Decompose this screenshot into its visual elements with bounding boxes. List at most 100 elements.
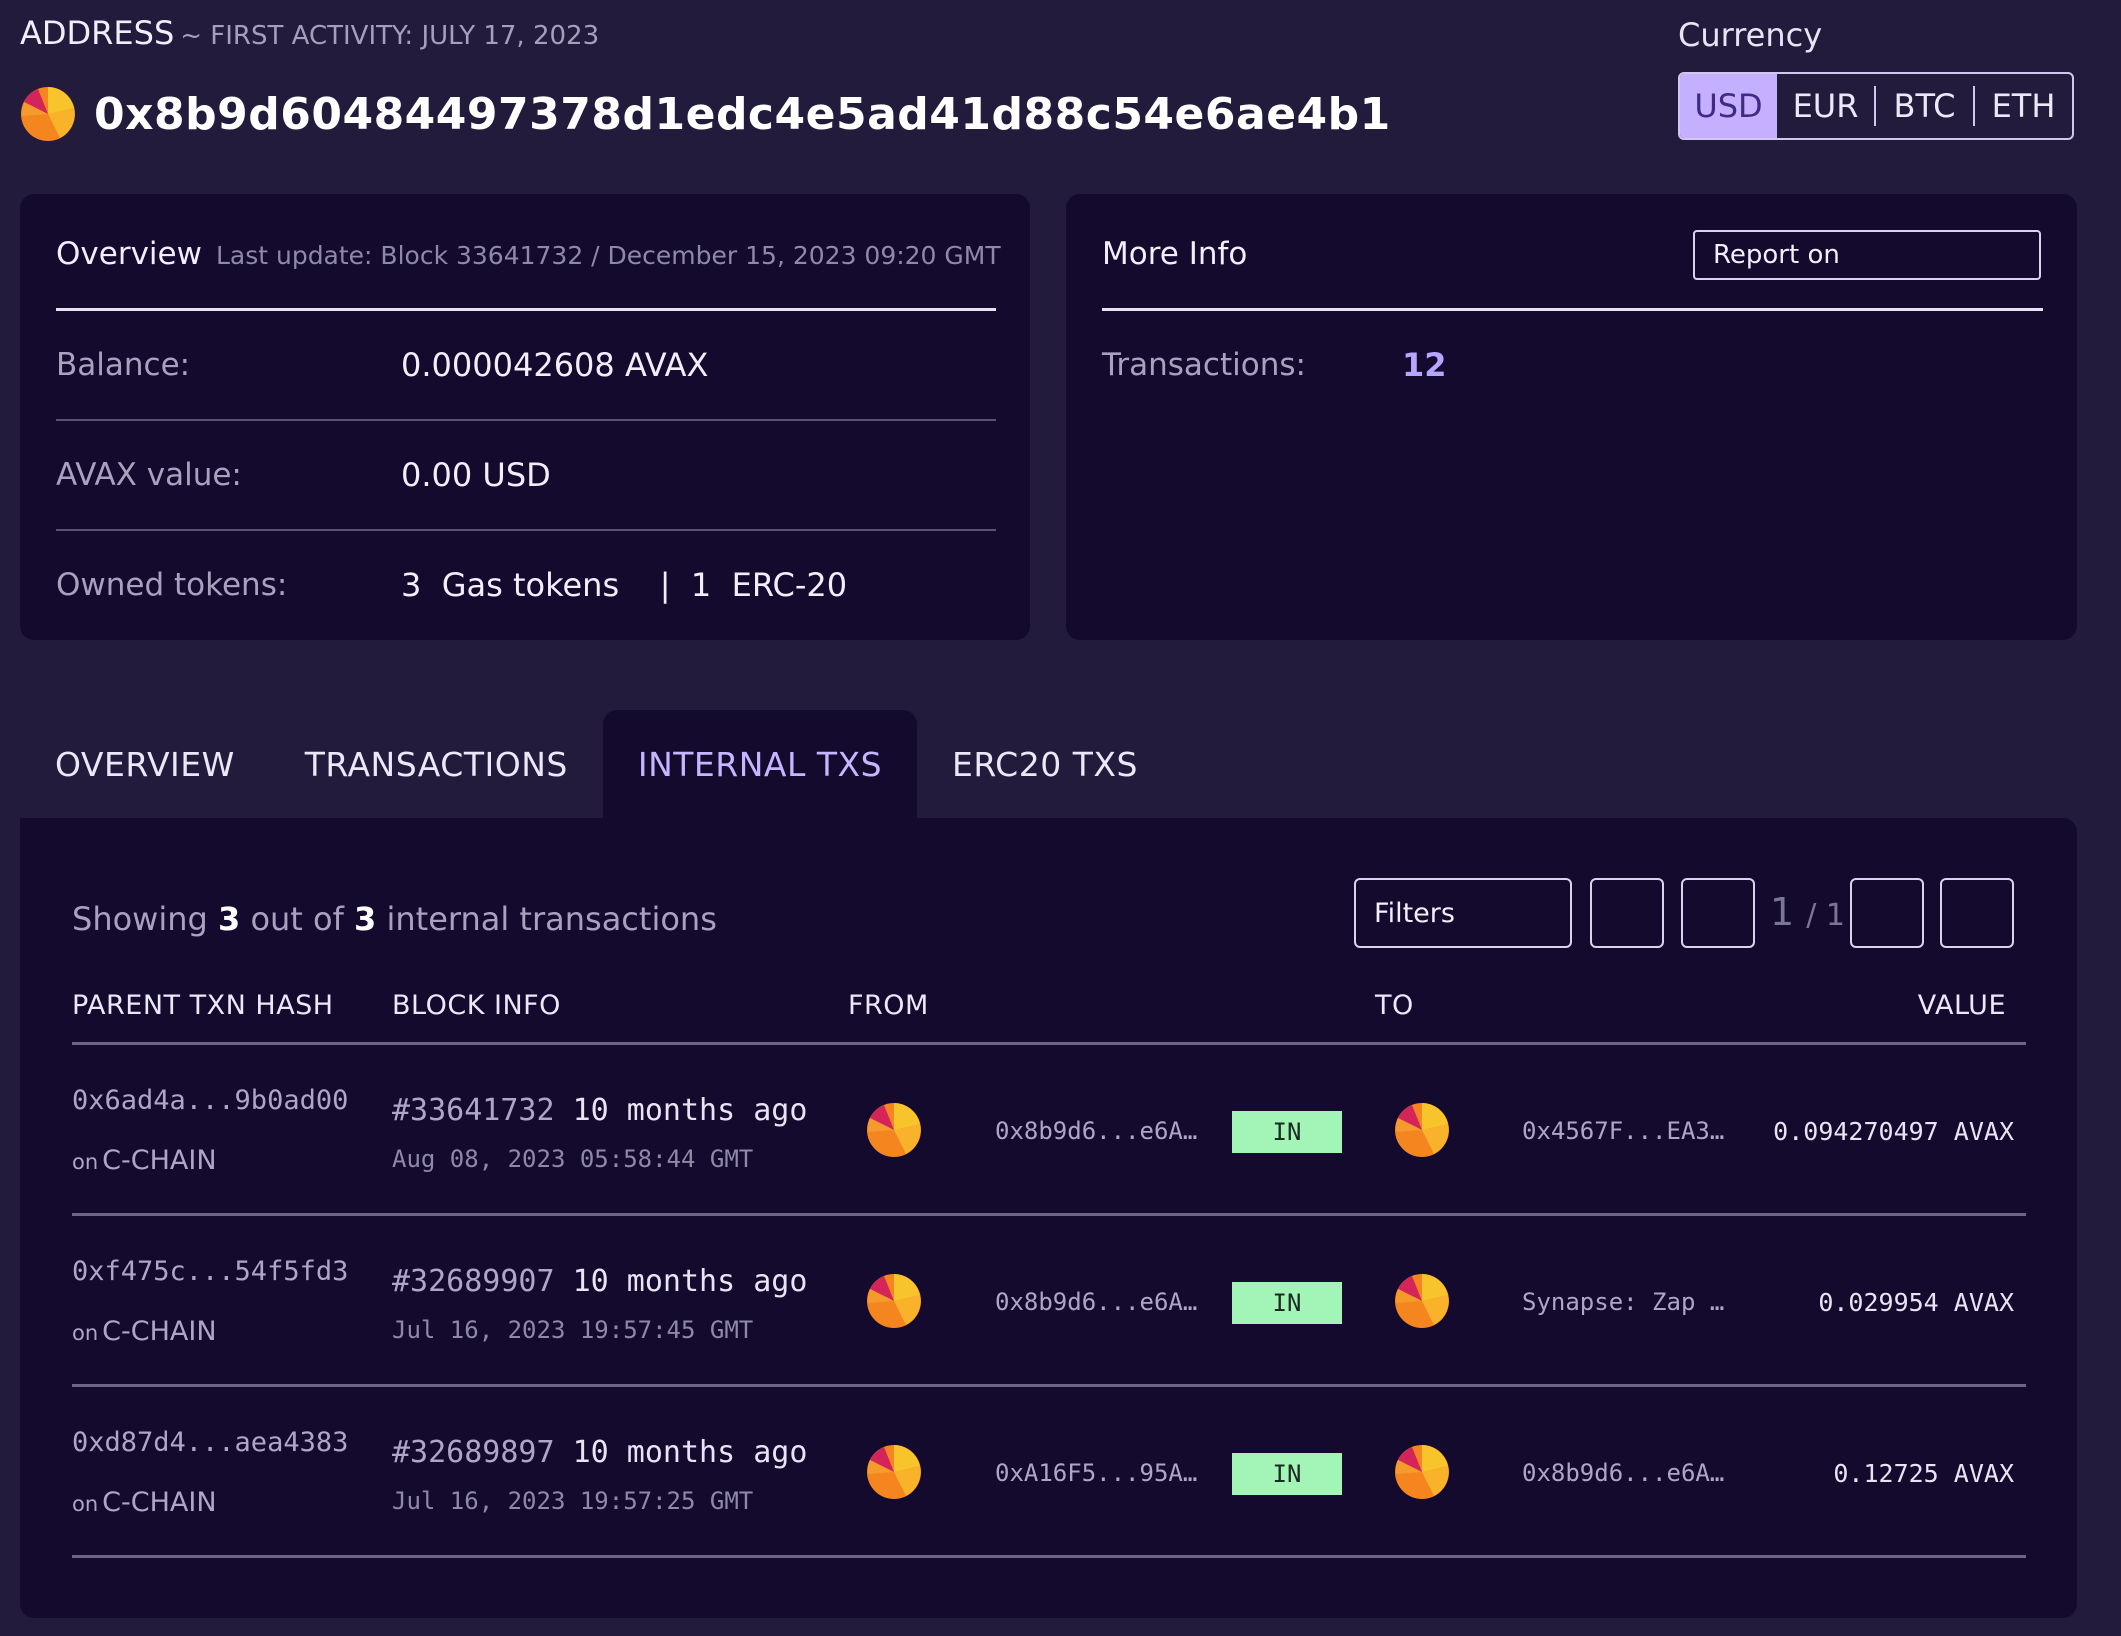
- currency-btc-button[interactable]: BTC: [1876, 74, 1973, 138]
- last-update: Last update: Block 33641732 / December 1…: [215, 241, 1001, 270]
- balance-value: 0.000042608 AVAX: [401, 346, 709, 384]
- to-avatar-icon: [1395, 1274, 1449, 1328]
- block-number-link[interactable]: #32689897: [392, 1435, 555, 1470]
- currency-eur-button[interactable]: EUR: [1777, 74, 1874, 138]
- transactions-label: Transactions:: [1102, 347, 1306, 383]
- block-date: Jul 16, 2023 19:57:45 GMT: [392, 1316, 754, 1344]
- avax-value: 0.00 USD: [401, 456, 551, 494]
- internal-txs-panel: Showing 3 out of 3 internal transactions…: [20, 818, 2077, 1618]
- tx-value: 0.029954 AVAX: [1818, 1288, 2014, 1317]
- parent-txn-hash-link[interactable]: 0x6ad4a...9b0ad00: [72, 1085, 348, 1116]
- address-label: ADDRESS: [20, 14, 175, 52]
- direction-badge: IN: [1232, 1453, 1342, 1495]
- owned-tokens-value[interactable]: 3 Gas tokens | 1 ERC-20: [401, 566, 847, 604]
- first-activity: ~ FIRST ACTIVITY: JULY 17, 2023: [180, 21, 600, 51]
- owned-tokens-label: Owned tokens:: [56, 567, 288, 603]
- direction-badge: IN: [1232, 1111, 1342, 1153]
- currency-switcher: USD EUR BTC ETH: [1678, 72, 2074, 140]
- chain-prefix: on: [72, 1492, 99, 1516]
- filters-button[interactable]: Filters: [1354, 878, 1572, 948]
- address-heading: ADDRESS ~ FIRST ACTIVITY: JULY 17, 2023: [20, 14, 599, 52]
- block-info: #32689907 10 months ago: [392, 1264, 807, 1299]
- block-date: Jul 16, 2023 19:57:25 GMT: [392, 1487, 754, 1515]
- col-value: VALUE: [1917, 990, 2006, 1021]
- tab-erc20-txs[interactable]: ERC20 TXS: [917, 710, 1173, 818]
- to-address-link[interactable]: 0x8b9d6...e6A…: [1522, 1459, 1724, 1487]
- summary-suffix: internal transactions: [386, 900, 717, 938]
- parent-txn-hash-link[interactable]: 0xf475c...54f5fd3: [72, 1256, 348, 1287]
- block-info: #32689897 10 months ago: [392, 1435, 807, 1470]
- tab-transactions[interactable]: TRANSACTIONS: [270, 710, 603, 818]
- block-info: #33641732 10 months ago: [392, 1093, 807, 1128]
- chain-name[interactable]: C-CHAIN: [102, 1316, 216, 1347]
- block-age: 10 months ago: [572, 1435, 808, 1470]
- chain-label: on C-CHAIN: [72, 1145, 217, 1176]
- chain-label: on C-CHAIN: [72, 1316, 217, 1347]
- prev-page-button[interactable]: [1681, 878, 1755, 948]
- overview-card: Overview Last update: Block 33641732 / De…: [20, 194, 1030, 640]
- tx-value: 0.12725 AVAX: [1833, 1459, 2014, 1488]
- from-address-link[interactable]: 0xA16F5...95A…: [995, 1459, 1197, 1487]
- currency-usd-button[interactable]: USD: [1680, 74, 1777, 138]
- summary-total: 3: [354, 900, 377, 938]
- tx-value: 0.094270497 AVAX: [1773, 1117, 2014, 1146]
- block-date: Aug 08, 2023 05:58:44 GMT: [392, 1145, 754, 1173]
- table-row: 0x6ad4a...9b0ad00 on C-CHAIN #33641732 10…: [72, 1045, 2026, 1216]
- last-page-button[interactable]: [1940, 878, 2014, 948]
- to-address-link[interactable]: Synapse: Zap …: [1522, 1288, 1724, 1316]
- chain-label: on C-CHAIN: [72, 1487, 217, 1518]
- more-info-card: More Info Report on Transactions: 12: [1066, 194, 2077, 640]
- balance-label: Balance:: [56, 347, 191, 383]
- to-avatar-icon: [1395, 1103, 1449, 1157]
- to-address-link[interactable]: 0x4567F...EA3…: [1522, 1117, 1724, 1145]
- page-total: / 1: [1806, 898, 1846, 933]
- block-age: 10 months ago: [572, 1093, 808, 1128]
- col-block-info: BLOCK INFO: [392, 990, 561, 1021]
- currency-eth-button[interactable]: ETH: [1975, 74, 2072, 138]
- block-number-link[interactable]: #32689907: [392, 1264, 555, 1299]
- chain-name[interactable]: C-CHAIN: [102, 1487, 216, 1518]
- summary-shown: 3: [218, 900, 241, 938]
- chain-prefix: on: [72, 1321, 99, 1345]
- avax-value-label: AVAX value:: [56, 457, 242, 493]
- address-row: 0x8b9d60484497378d1edc4e5ad41d88c54e6ae4…: [20, 86, 1391, 142]
- to-avatar-icon: [1395, 1445, 1449, 1499]
- report-button[interactable]: Report on: [1693, 230, 2041, 280]
- summary-prefix: Showing: [72, 900, 208, 938]
- col-from: FROM: [848, 990, 929, 1021]
- chain-prefix: on: [72, 1150, 99, 1174]
- pie-avatar-icon: [21, 87, 75, 141]
- transactions-count[interactable]: 12: [1402, 346, 1447, 384]
- from-avatar-icon: [867, 1445, 921, 1499]
- address-hash[interactable]: 0x8b9d60484497378d1edc4e5ad41d88c54e6ae4…: [94, 89, 1391, 140]
- avax-value-row: AVAX value: 0.00 USD: [56, 421, 996, 531]
- from-avatar-icon: [867, 1103, 921, 1157]
- block-age: 10 months ago: [572, 1264, 808, 1299]
- from-address-link[interactable]: 0x8b9d6...e6A…: [995, 1288, 1197, 1316]
- from-avatar-icon: [867, 1274, 921, 1328]
- results-summary: Showing 3 out of 3 internal transactions: [72, 900, 717, 938]
- next-page-button[interactable]: [1850, 878, 1924, 948]
- page-indicator: 1 / 1: [1770, 890, 1845, 934]
- parent-txn-hash-link[interactable]: 0xd87d4...aea4383: [72, 1427, 348, 1458]
- table-row: 0xf475c...54f5fd3 on C-CHAIN #32689907 10…: [72, 1216, 2026, 1387]
- tab-internal-txs[interactable]: INTERNAL TXS: [602, 710, 918, 818]
- currency-title: Currency: [1678, 16, 1823, 54]
- overview-title-text: Overview: [56, 236, 202, 272]
- tab-overview[interactable]: OVERVIEW: [20, 710, 270, 818]
- first-page-button[interactable]: [1590, 878, 1664, 948]
- table-row: 0xd87d4...aea4383 on C-CHAIN #32689897 10…: [72, 1387, 2026, 1558]
- block-number-link[interactable]: #33641732: [392, 1093, 555, 1128]
- balance-row: Balance: 0.000042608 AVAX: [56, 311, 996, 421]
- col-to: TO: [1375, 990, 1414, 1021]
- direction-badge: IN: [1232, 1282, 1342, 1324]
- tab-bar: OVERVIEW TRANSACTIONS INTERNAL TXS ERC20…: [20, 710, 1173, 818]
- page-current: 1: [1770, 890, 1795, 934]
- col-parent-txn-hash: PARENT TXN HASH: [72, 990, 334, 1021]
- more-info-title: More Info: [1102, 236, 1248, 272]
- transactions-row: Transactions: 12: [1102, 311, 2043, 419]
- from-address-link[interactable]: 0x8b9d6...e6A…: [995, 1117, 1197, 1145]
- owned-tokens-row: Owned tokens: 3 Gas tokens | 1 ERC-20: [56, 531, 996, 639]
- chain-name[interactable]: C-CHAIN: [102, 1145, 216, 1176]
- overview-title: Overview Last update: Block 33641732 / De…: [56, 236, 1001, 272]
